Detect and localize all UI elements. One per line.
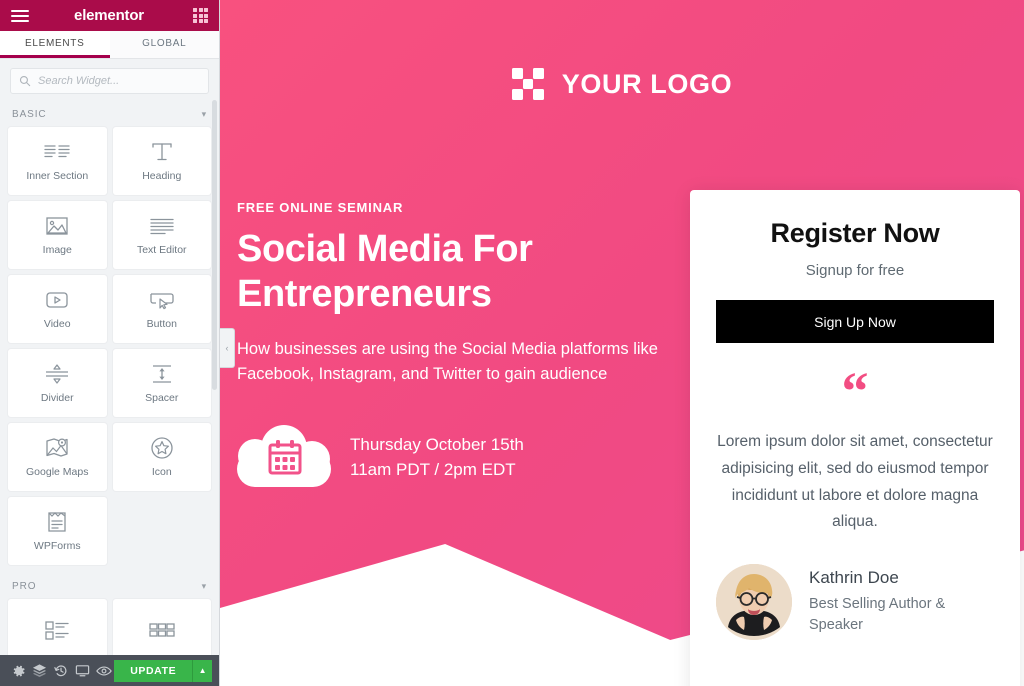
widget-spacer[interactable]: Spacer <box>112 349 211 417</box>
sign-up-now-button[interactable]: Sign Up Now <box>716 300 994 343</box>
category-label-pro: PRO <box>12 580 37 592</box>
search-icon <box>19 75 31 87</box>
navigator-layers-icon[interactable] <box>29 655 50 686</box>
page-canvas: YOUR LOGO FREE ONLINE SEMINAR Social Med… <box>220 0 1024 686</box>
update-button[interactable]: UPDATE <box>114 659 193 682</box>
widget-label: Google Maps <box>26 466 89 479</box>
widget-label: WPForms <box>33 540 81 553</box>
widget-label: Inner Section <box>26 170 89 183</box>
form-clipboard-icon <box>46 510 68 534</box>
portfolio-grid-icon <box>148 618 176 642</box>
widget-google-maps[interactable]: Google Maps <box>8 423 107 491</box>
preview-eye-icon[interactable] <box>93 655 114 686</box>
four-squares-logo-icon <box>511 68 544 100</box>
panel-scrollbar[interactable] <box>212 100 217 390</box>
widget-label: Heading <box>142 170 182 183</box>
register-card: Register Now Signup for free Sign Up Now… <box>690 190 1020 686</box>
widget-video[interactable]: Video <box>8 275 107 343</box>
widgets-grid-icon[interactable] <box>193 8 208 23</box>
image-icon <box>45 214 69 238</box>
widget-label: Text Editor <box>136 244 187 257</box>
testimonial-author: Kathrin Doe Best Selling Author & Speake… <box>716 564 994 641</box>
hero-headline: Social Media For Entrepreneurs <box>237 228 533 315</box>
event-date-block: Thursday October 15th 11am PDT / 2pm EDT <box>232 425 524 489</box>
tab-global[interactable]: GLOBAL <box>109 31 219 58</box>
testimonial-text: Lorem ipsum dolor sit amet, consectetur … <box>717 433 993 531</box>
divider-icon <box>44 362 70 386</box>
author-info: Kathrin Doe Best Selling Author & Speake… <box>809 568 959 636</box>
widget-heading[interactable]: Heading <box>112 127 211 195</box>
widget-label: Video <box>43 318 71 331</box>
posts-list-icon <box>44 618 70 642</box>
widget-divider[interactable]: Divider <box>8 349 107 417</box>
panel-collapse-handle[interactable]: ‹ <box>220 328 235 368</box>
settings-gear-icon[interactable] <box>8 655 29 686</box>
widget-label: Image <box>42 244 72 257</box>
heading-t-icon <box>150 140 174 164</box>
event-date-line2: 11am PDT / 2pm EDT <box>350 460 516 479</box>
cloud-calendar-icon <box>232 425 336 489</box>
panel-footer: UPDATE ▲ <box>0 655 219 686</box>
chevron-down-icon: ▾ <box>201 580 207 591</box>
event-date-line1: Thursday October 15th <box>350 434 524 454</box>
panel-header: elementor <box>0 0 219 31</box>
widget-label: Divider <box>40 392 74 405</box>
quote-mark-icon: “ <box>841 361 869 421</box>
event-date-text: Thursday October 15th 11am PDT / 2pm EDT <box>350 432 524 483</box>
widget-grid-basic: Inner Section Heading Image Text Editor … <box>0 127 219 565</box>
search-box[interactable] <box>10 68 209 94</box>
tab-elements[interactable]: ELEMENTS <box>0 31 110 58</box>
text-lines-icon <box>149 214 175 238</box>
widget-wpforms[interactable]: WPForms <box>8 497 107 565</box>
site-logo[interactable]: YOUR LOGO <box>220 68 1024 100</box>
chevron-down-icon: ▾ <box>201 108 207 119</box>
widget-label: Icon <box>151 466 172 479</box>
author-name: Kathrin Doe <box>809 568 899 587</box>
widget-inner-section[interactable]: Inner Section <box>8 127 107 195</box>
search-input[interactable] <box>38 75 200 87</box>
responsive-monitor-icon[interactable] <box>72 655 93 686</box>
category-header-pro[interactable]: PRO ▾ <box>0 573 219 599</box>
elementor-panel: elementor ELEMENTS GLOBAL BASIC ▾ <box>0 0 220 686</box>
star-circle-icon <box>150 436 174 460</box>
map-pin-icon <box>44 436 70 460</box>
category-label-basic: BASIC <box>12 108 47 120</box>
widget-label: Button <box>146 318 177 331</box>
hero-eyebrow: FREE ONLINE SEMINAR <box>237 200 404 215</box>
history-clock-icon[interactable] <box>50 655 71 686</box>
register-subtitle: Signup for free <box>805 262 905 279</box>
widget-label: Spacer <box>145 392 179 405</box>
columns-icon <box>44 140 70 164</box>
author-role: Best Selling Author & Speaker <box>809 596 946 634</box>
video-play-icon <box>44 288 70 312</box>
button-cursor-icon <box>149 288 175 312</box>
spacer-arrows-icon <box>149 362 175 386</box>
search-container <box>0 59 219 101</box>
widget-image[interactable]: Image <box>8 201 107 269</box>
elementor-logo: elementor <box>74 7 144 24</box>
widget-text-editor[interactable]: Text Editor <box>112 201 211 269</box>
category-header-basic[interactable]: BASIC ▾ <box>0 101 219 127</box>
logo-text: YOUR LOGO <box>561 68 733 99</box>
update-options-caret-icon[interactable]: ▲ <box>192 659 212 682</box>
widget-button[interactable]: Button <box>112 275 211 343</box>
register-title: Register Now <box>770 218 940 248</box>
hero-subcopy: How businesses are using the Social Medi… <box>237 339 658 383</box>
widget-icon[interactable]: Icon <box>112 423 211 491</box>
panel-tabs: ELEMENTS GLOBAL <box>0 31 219 59</box>
author-avatar <box>716 564 792 641</box>
hero-copy: FREE ONLINE SEMINAR Social Media For Ent… <box>237 200 677 387</box>
